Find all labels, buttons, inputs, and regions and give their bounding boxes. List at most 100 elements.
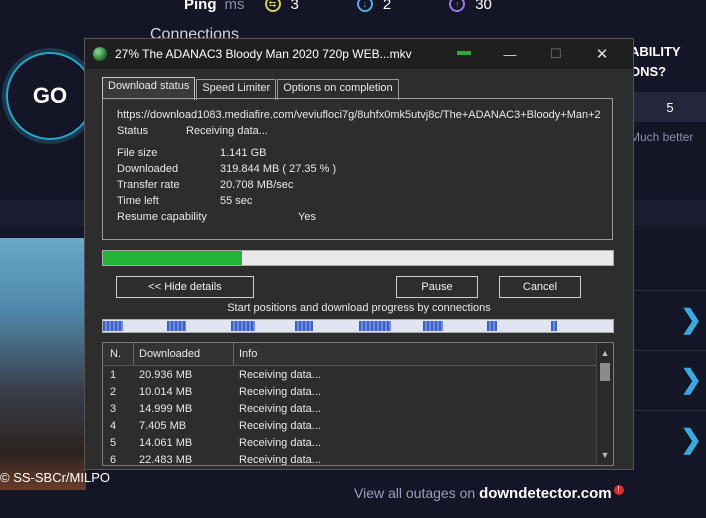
image-credit: © SS-SBCr/MILPO xyxy=(0,470,110,485)
tab-bar: Download status Speed Limiter Options on… xyxy=(102,77,400,100)
ping-label: Ping xyxy=(184,0,217,13)
scroll-up-icon[interactable]: ▲ xyxy=(597,345,613,361)
tab-download-status[interactable]: Download status xyxy=(102,77,196,100)
alert-badge-icon: ! xyxy=(613,485,624,495)
cell-downloaded: 14.061 MB xyxy=(139,437,193,449)
much-better-label: Much better xyxy=(630,130,694,144)
connections-table: N. Downloaded Info 1 20.936 MB Receiving d… xyxy=(102,342,614,466)
cell-info: Receiving data... xyxy=(239,369,321,381)
scroll-down-icon[interactable]: ▼ xyxy=(597,447,613,463)
close-button[interactable]: ✕ xyxy=(579,39,625,69)
cell-info: Receiving data... xyxy=(239,403,321,415)
outages-link[interactable]: View all outages on downdetector.com! xyxy=(354,485,624,502)
cell-downloaded: 7.405 MB xyxy=(139,420,187,432)
cancel-button[interactable]: Cancel xyxy=(499,276,581,298)
pause-button[interactable]: Pause xyxy=(396,276,478,298)
transfer-rate-label: Transfer rate xyxy=(117,179,180,191)
download-arrow-icon xyxy=(457,51,471,55)
window-titlebar[interactable]: 27% The ADANAC3 Bloody Man 2020 720p WEB… xyxy=(85,39,633,69)
list-item-arrow-2[interactable]: ❯ xyxy=(634,350,706,408)
table-row[interactable]: 5 14.061 MB Receiving data... xyxy=(103,435,597,452)
ping-stats: Ping ms ⇆ 3 ↓ 2 ↑ 30 xyxy=(184,0,550,14)
status-label: Status xyxy=(117,125,149,137)
time-left-value: 55 sec xyxy=(220,195,253,207)
list-item-arrow-1[interactable]: ❯ xyxy=(634,290,706,348)
upload-ping-value: 30 xyxy=(475,0,492,13)
cell-number: 1 xyxy=(110,369,117,381)
connections-caption: Start positions and download progress by… xyxy=(227,302,491,314)
table-row[interactable]: 6 22.483 MB Receiving data... xyxy=(103,452,597,466)
download-status-panel: https://download1083.mediafire.com/veviu… xyxy=(102,98,613,240)
connection-segment xyxy=(295,321,313,331)
minimize-button[interactable]: — xyxy=(487,39,533,69)
download-url: https://download1083.mediafire.com/veviu… xyxy=(117,109,601,121)
download-progress-window: 27% The ADANAC3 Bloody Man 2020 720p WEB… xyxy=(84,38,634,470)
go-button[interactable]: GO xyxy=(6,52,94,140)
cell-number: 2 xyxy=(110,386,117,398)
file-size-label: File size xyxy=(117,147,158,159)
connection-segment xyxy=(551,321,557,331)
downloaded-label: Downloaded xyxy=(117,163,179,175)
time-left-label: Time left xyxy=(117,195,159,207)
download-ping-value: 2 xyxy=(382,0,392,13)
transfer-rate-value: 20.708 MB/sec xyxy=(220,179,294,191)
outages-prefix: View all outages on xyxy=(354,485,480,501)
jitter-value: 3 xyxy=(290,0,299,13)
chevron-right-icon: ❯ xyxy=(680,424,702,454)
upload-ping-icon: ↑ xyxy=(449,0,466,12)
cell-number: 5 xyxy=(110,437,117,449)
table-row[interactable]: 3 14.999 MB Receiving data... xyxy=(103,401,597,418)
cell-info: Receiving data... xyxy=(239,420,321,432)
column-separator[interactable] xyxy=(133,343,134,365)
chevron-right-icon: ❯ xyxy=(680,364,702,394)
tab-speed-limiter[interactable]: Speed Limiter xyxy=(196,79,277,100)
connection-segment xyxy=(231,321,255,331)
connection-segment xyxy=(423,321,443,331)
ping-unit: ms xyxy=(224,0,245,13)
progress-fill xyxy=(103,251,243,265)
file-size-value: 1.141 GB xyxy=(220,147,267,159)
resume-capability-value: Yes xyxy=(298,211,316,223)
rating-option-5[interactable]: 5 xyxy=(634,92,706,122)
cell-downloaded: 14.999 MB xyxy=(139,403,193,415)
cell-info: Receiving data... xyxy=(239,454,321,466)
connection-segment xyxy=(103,321,123,331)
go-label: GO xyxy=(32,83,68,108)
column-header-downloaded[interactable]: Downloaded xyxy=(139,348,200,360)
outages-brand: downdetector.com xyxy=(479,485,612,502)
maximize-button[interactable]: ☐ xyxy=(533,39,579,69)
cell-info: Receiving data... xyxy=(239,386,321,398)
list-item-arrow-3[interactable]: ❯ xyxy=(634,410,706,468)
window-title: 27% The ADANAC3 Bloody Man 2020 720p WEB… xyxy=(115,47,412,61)
capability-line-1: ABILITY xyxy=(630,44,681,59)
cell-downloaded: 22.483 MB xyxy=(139,454,193,466)
connection-segment xyxy=(167,321,186,331)
scroll-thumb[interactable] xyxy=(600,363,610,381)
table-row[interactable]: 2 10.014 MB Receiving data... xyxy=(103,384,597,401)
cell-info: Receiving data... xyxy=(239,437,321,449)
connection-segment xyxy=(359,321,391,331)
table-header: N. Downloaded Info xyxy=(103,343,597,366)
table-row[interactable]: 4 7.405 MB Receiving data... xyxy=(103,418,597,435)
cell-downloaded: 20.936 MB xyxy=(139,369,193,381)
download-ping-icon: ↓ xyxy=(356,0,373,12)
cell-downloaded: 10.014 MB xyxy=(139,386,193,398)
cell-number: 6 xyxy=(110,454,117,466)
downloaded-value: 319.844 MB ( 27.35 % ) xyxy=(220,163,337,175)
column-separator[interactable] xyxy=(233,343,234,365)
column-header-info[interactable]: Info xyxy=(239,348,257,360)
table-scrollbar[interactable]: ▲ ▼ xyxy=(596,343,613,465)
cell-number: 3 xyxy=(110,403,117,415)
column-header-n[interactable]: N. xyxy=(110,348,121,360)
hide-details-button[interactable]: << Hide details xyxy=(116,276,254,298)
resume-capability-label: Resume capability xyxy=(117,211,207,223)
connections-progress-bar xyxy=(102,319,614,333)
download-progress-bar xyxy=(102,250,614,266)
chevron-right-icon: ❯ xyxy=(680,304,702,334)
promo-image xyxy=(0,238,86,490)
status-value: Receiving data... xyxy=(186,125,268,137)
tab-options-on-completion[interactable]: Options on completion xyxy=(277,79,399,100)
table-row[interactable]: 1 20.936 MB Receiving data... xyxy=(103,367,597,384)
connection-segment xyxy=(487,321,497,331)
cell-number: 4 xyxy=(110,420,117,432)
